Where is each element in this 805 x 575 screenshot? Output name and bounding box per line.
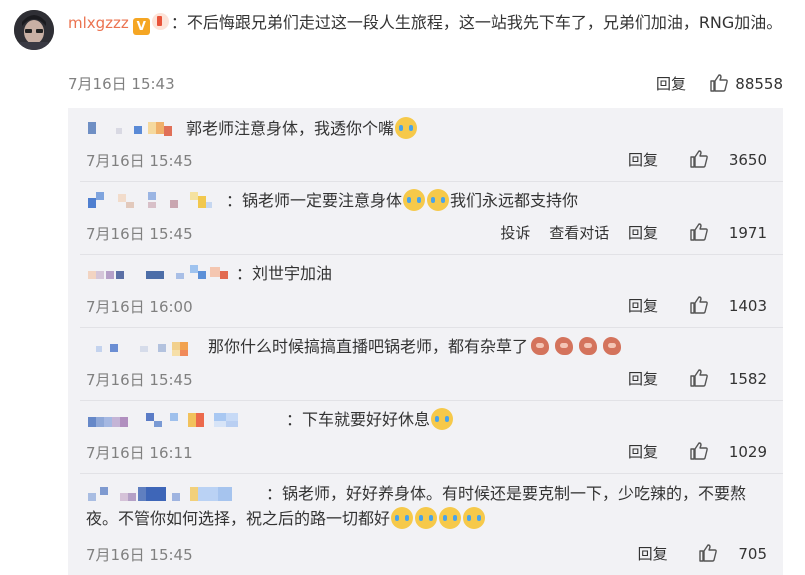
main-comment: mlxgzzz V ：不后悔跟兄弟们走过这一段人生旅程，这一站我先下车了，兄弟们加油… bbox=[68, 10, 793, 36]
redacted-username[interactable] bbox=[86, 190, 226, 210]
like-button[interactable]: 88558 bbox=[709, 73, 783, 93]
pig-emoji-icon bbox=[601, 335, 623, 357]
pig-emoji-icon bbox=[553, 335, 575, 357]
like-button[interactable]: 3650 bbox=[689, 150, 767, 169]
reply-actions: 回复 705 bbox=[624, 543, 767, 564]
redacted-username[interactable] bbox=[86, 263, 236, 283]
crying-emoji-icon bbox=[395, 117, 418, 139]
reply-button[interactable]: 回复 bbox=[628, 370, 658, 388]
thumbs-up-icon bbox=[690, 442, 708, 460]
reply-actions: 回复 3650 bbox=[614, 149, 767, 170]
reply-actions: 回复 1403 bbox=[614, 295, 767, 316]
thumbs-up-icon bbox=[690, 369, 708, 387]
username-link[interactable]: mlxgzzz bbox=[68, 14, 129, 32]
main-comment-meta: 7月16日 15:43 回复 88558 bbox=[68, 73, 783, 95]
crying-emoji-icon bbox=[431, 408, 454, 430]
redacted-username[interactable] bbox=[86, 409, 286, 429]
reply-timestamp: 7月16日 15:45 bbox=[86, 371, 193, 389]
crying-emoji-icon bbox=[427, 189, 450, 211]
verified-badge-icon: V bbox=[132, 18, 150, 35]
like-count: 1971 bbox=[728, 224, 767, 242]
comment-timestamp: 7月16日 15:43 bbox=[68, 75, 175, 93]
main-comment-text: mlxgzzz V ：不后悔跟兄弟们走过这一段人生旅程，这一站我先下车了，兄弟们加油… bbox=[68, 10, 793, 36]
reply-actions: 回复 1582 bbox=[614, 368, 767, 389]
reply-button[interactable]: 回复 bbox=[628, 224, 658, 242]
reply-text: 那你什么时候搞搞直播吧锅老师，都有杂草了 bbox=[86, 334, 776, 359]
like-count: 1029 bbox=[728, 443, 767, 461]
thumbs-up-icon bbox=[690, 223, 708, 241]
thumbs-up-icon bbox=[710, 74, 729, 92]
pig-emoji-icon bbox=[529, 335, 551, 357]
reply-text: ：下车就要好好休息 bbox=[86, 407, 776, 432]
divider bbox=[80, 254, 783, 255]
reply-actions: 投诉 查看对话 回复 1971 bbox=[486, 222, 767, 243]
like-button[interactable]: 1971 bbox=[689, 223, 767, 242]
reply-body: 那你什么时候搞搞直播吧锅老师，都有杂草了 bbox=[208, 337, 529, 356]
divider bbox=[80, 327, 783, 328]
reply-button[interactable]: 回复 bbox=[638, 545, 668, 563]
crying-emoji-icon bbox=[403, 189, 426, 211]
redacted-username[interactable] bbox=[86, 483, 266, 503]
avatar-image bbox=[14, 10, 54, 50]
reply-timestamp: 7月16日 16:00 bbox=[86, 298, 193, 316]
divider bbox=[80, 181, 783, 182]
like-button[interactable]: 1582 bbox=[689, 369, 767, 388]
reply-body: 郭老师注意身体，我透你个嘴 bbox=[186, 119, 395, 138]
reply-body: ：锅老师一定要注意身体 bbox=[226, 191, 403, 210]
reply-list: 郭老师注意身体，我透你个嘴 7月16日 15:45 回复 3650 ：锅老师一定… bbox=[68, 108, 783, 575]
like-count: 705 bbox=[738, 545, 767, 563]
reply-body: ：下车就要好好休息 bbox=[286, 410, 431, 429]
like-button[interactable]: 1403 bbox=[689, 296, 767, 315]
reply-button[interactable]: 回复 bbox=[628, 151, 658, 169]
reply-button[interactable]: 回复 bbox=[656, 73, 686, 94]
crying-emoji-icon bbox=[439, 507, 462, 529]
reply-text: ：刘世宇加油 bbox=[86, 261, 776, 286]
redacted-username[interactable] bbox=[86, 118, 186, 138]
redacted-username[interactable] bbox=[86, 336, 208, 356]
reply-timestamp: 7月16日 15:45 bbox=[86, 546, 193, 564]
reply-button[interactable]: 回复 bbox=[628, 443, 658, 461]
reply-timestamp: 7月16日 16:11 bbox=[86, 444, 193, 462]
thumbs-up-icon bbox=[690, 296, 708, 314]
avatar[interactable] bbox=[14, 10, 54, 50]
reply-timestamp: 7月16日 15:45 bbox=[86, 152, 193, 170]
comment-body: ：不后悔跟兄弟们走过这一段人生旅程，这一站我先下车了，兄弟们加油，RNG加油。 bbox=[170, 13, 783, 32]
thumbs-up-icon bbox=[699, 544, 718, 562]
reply-body: ：刘世宇加油 bbox=[236, 264, 333, 283]
reply-body-continued: 我们永远都支持你 bbox=[450, 191, 579, 210]
like-count: 1403 bbox=[728, 297, 767, 315]
like-count: 1582 bbox=[728, 370, 767, 388]
thumbs-up-icon bbox=[690, 150, 708, 168]
report-button[interactable]: 投诉 bbox=[500, 224, 530, 242]
crying-emoji-icon bbox=[415, 507, 438, 529]
view-conversation-button[interactable]: 查看对话 bbox=[549, 224, 609, 242]
reply-actions: 回复 1029 bbox=[614, 441, 767, 462]
like-count: 3650 bbox=[728, 151, 767, 169]
reply-button[interactable]: 回复 bbox=[628, 297, 658, 315]
divider bbox=[80, 400, 783, 401]
like-count: 88558 bbox=[735, 75, 783, 93]
reply-text: ：锅老师，好好养身体。有时候还是要克制一下，少吃辣的，不要熬夜。不管你如何选择，… bbox=[86, 481, 776, 531]
reply-text: 郭老师注意身体，我透你个嘴 bbox=[86, 116, 776, 141]
like-button[interactable]: 1029 bbox=[689, 442, 767, 461]
member-badge-icon bbox=[151, 13, 169, 30]
reply-timestamp: 7月16日 15:45 bbox=[86, 225, 193, 243]
like-button[interactable]: 705 bbox=[698, 544, 767, 563]
divider bbox=[80, 473, 783, 474]
reply-text: ：锅老师一定要注意身体 我们永远都支持你 bbox=[86, 188, 776, 213]
crying-emoji-icon bbox=[463, 507, 486, 529]
crying-emoji-icon bbox=[391, 507, 414, 529]
pig-emoji-icon bbox=[577, 335, 599, 357]
